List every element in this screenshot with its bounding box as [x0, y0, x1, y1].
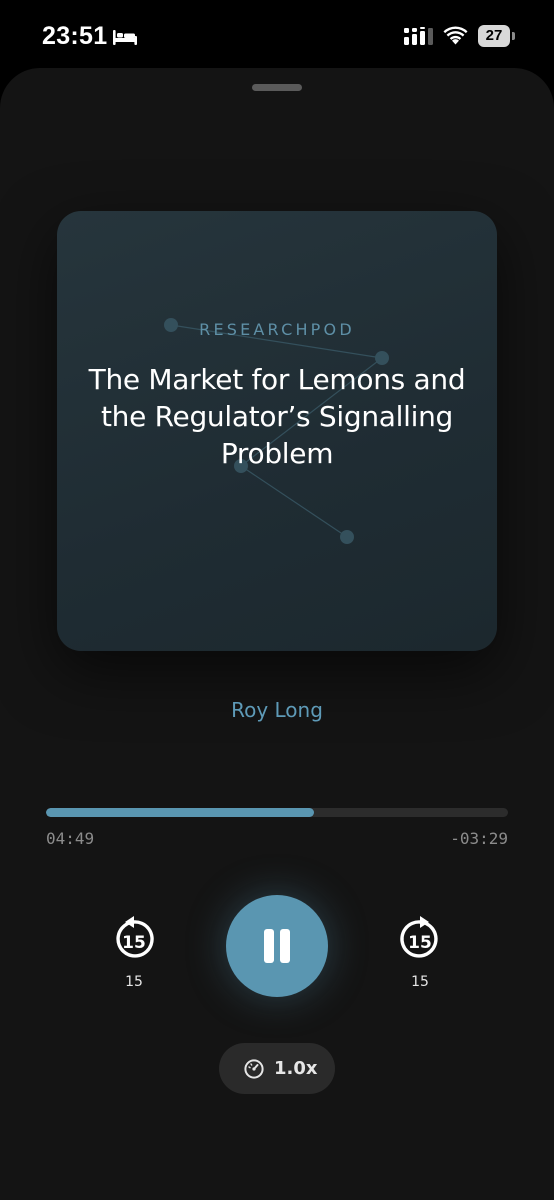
- skip-forward-button[interactable]: 15 15: [390, 914, 450, 994]
- progress-fill: [46, 808, 314, 817]
- author-link[interactable]: Roy Long: [0, 698, 554, 722]
- sheet-grabber[interactable]: [252, 84, 302, 91]
- playback-speed-button[interactable]: 1.0x: [219, 1043, 335, 1094]
- pause-button[interactable]: [226, 895, 328, 997]
- pause-icon-bar: [280, 929, 290, 963]
- speedometer-icon: [244, 1059, 264, 1079]
- status-time: 23:51: [42, 22, 108, 50]
- skip-back-button[interactable]: 15 15: [104, 914, 164, 994]
- skip-forward-number: 15: [408, 933, 432, 953]
- skip-forward-label: 15: [411, 974, 429, 990]
- bed-icon: [113, 30, 137, 45]
- skip-back-label: 15: [125, 974, 143, 990]
- skip-back-number: 15: [122, 933, 146, 953]
- cellular-signal-icon: [404, 27, 433, 45]
- elapsed-time: 04:49: [46, 829, 95, 848]
- progress-scrubber[interactable]: [46, 808, 508, 817]
- status-bar: 23:51 27: [0, 0, 554, 70]
- battery-indicator: 27: [478, 25, 516, 47]
- playback-speed-label: 1.0x: [274, 1058, 318, 1079]
- wifi-icon: [443, 26, 468, 45]
- screen: 23:51 27 RESEARCHPOD The Market for Lemo…: [0, 0, 554, 1200]
- episode-artwork: RESEARCHPOD The Market for Lemons and th…: [57, 211, 497, 651]
- battery-level: 27: [478, 25, 510, 47]
- episode-title: The Market for Lemons and the Regulator’…: [88, 363, 466, 470]
- now-playing-sheet: RESEARCHPOD The Market for Lemons and th…: [0, 68, 554, 1200]
- remaining-time: -03:29: [450, 829, 508, 848]
- battery-cap: [512, 32, 515, 40]
- podcast-name: RESEARCHPOD: [199, 320, 355, 339]
- pause-icon: [264, 929, 274, 963]
